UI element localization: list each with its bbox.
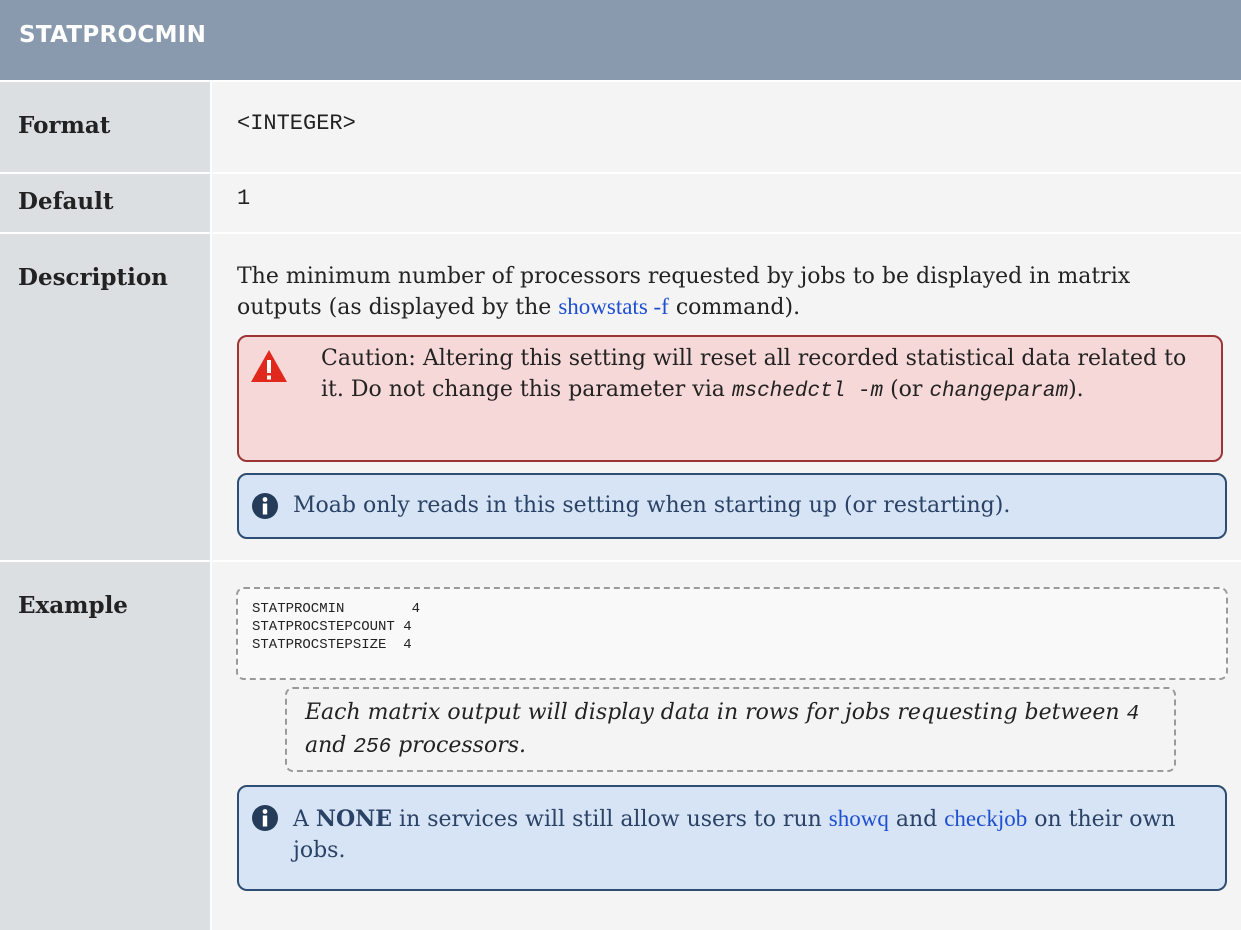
caution-command-alt: changeparam xyxy=(929,380,1069,403)
description-label-cell: Description xyxy=(0,234,210,560)
info-circle-icon xyxy=(252,805,278,831)
code-block: STATPROCMIN 4 STATPROCSTEPCOUNT 4 STATPR… xyxy=(236,587,1228,680)
default-label-cell: Default xyxy=(0,174,210,232)
example-explanation: Each matrix output will display data in … xyxy=(305,700,1140,759)
param-header: STATPROCMIN xyxy=(0,0,1241,80)
code-line: STATPROCMIN 4 xyxy=(252,601,421,617)
code-line: STATPROCSTEPCOUNT 4 xyxy=(252,619,412,635)
default-value: 1 xyxy=(237,186,251,211)
services-note-box: A NONE in services will still allow user… xyxy=(237,785,1227,891)
info-circle-icon xyxy=(252,493,278,519)
showstats-link[interactable]: showstats -f xyxy=(558,294,669,319)
note-box: Moab only reads in this setting when sta… xyxy=(237,473,1227,539)
caution-command: mschedctl -m xyxy=(731,380,884,403)
description-text: The minimum number of processors request… xyxy=(237,264,1131,320)
format-label-cell: Format xyxy=(0,82,210,172)
default-label: Default xyxy=(18,188,114,215)
services-note-text: A NONE in services will still allow user… xyxy=(293,806,1176,863)
note-text: Moab only reads in this setting when sta… xyxy=(293,493,1011,518)
caution-text: Caution: Altering this setting will rese… xyxy=(321,346,1187,403)
description-label: Description xyxy=(18,264,168,291)
warning-triangle-icon xyxy=(251,350,287,382)
example-explanation-box: Each matrix output will display data in … xyxy=(285,687,1176,772)
param-title: STATPROCMIN xyxy=(19,22,207,48)
format-label: Format xyxy=(18,112,111,139)
code-line: STATPROCSTEPSIZE 4 xyxy=(252,637,412,653)
default-value-cell: 1 xyxy=(212,174,1241,232)
caution-box: Caution: Altering this setting will rese… xyxy=(237,335,1223,462)
showq-link[interactable]: showq xyxy=(829,806,889,831)
format-value-cell: <INTEGER> xyxy=(212,82,1241,172)
checkjob-link[interactable]: checkjob xyxy=(944,806,1027,831)
format-value: <INTEGER> xyxy=(237,111,356,136)
example-label: Example xyxy=(18,592,128,619)
example-label-cell: Example xyxy=(0,562,210,930)
